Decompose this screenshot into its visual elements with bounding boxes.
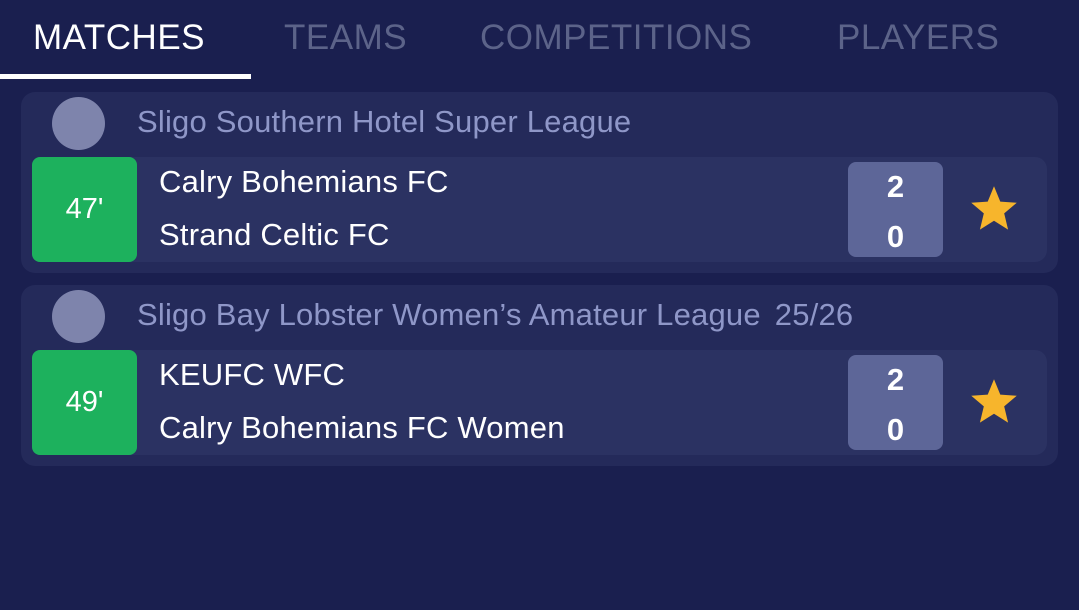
- away-score: 0: [886, 412, 905, 447]
- away-team-name: Calry Bohemians FC Women: [159, 410, 565, 445]
- away-team-name: Strand Celtic FC: [159, 217, 390, 252]
- home-score: 2: [886, 169, 905, 204]
- tab-competitions[interactable]: COMPETITIONS: [480, 18, 752, 58]
- live-minute-badge: 49': [32, 350, 137, 455]
- tab-bar: MATCHES TEAMS COMPETITIONS PLAYERS: [0, 0, 1079, 80]
- league-name: Sligo Bay Lobster Women’s Amateur League: [137, 297, 761, 332]
- score-box: 2 0: [848, 162, 943, 257]
- home-team-name: KEUFC WFC: [159, 357, 346, 392]
- match-row[interactable]: 47' Calry Bohemians FC Strand Celtic FC …: [32, 157, 1047, 262]
- star-icon[interactable]: [967, 183, 1021, 235]
- star-icon[interactable]: [967, 376, 1021, 428]
- league-card: Sligo Southern Hotel Super League 47' Ca…: [21, 92, 1058, 273]
- match-row[interactable]: 49' KEUFC WFC Calry Bohemians FC Women 2…: [32, 350, 1047, 455]
- away-score: 0: [886, 219, 905, 254]
- active-tab-indicator: [0, 74, 251, 79]
- league-card: Sligo Bay Lobster Women’s Amateur League…: [21, 285, 1058, 466]
- home-team-name: Calry Bohemians FC: [159, 164, 449, 199]
- league-name: Sligo Southern Hotel Super League: [137, 104, 632, 139]
- tab-matches[interactable]: MATCHES: [33, 18, 205, 58]
- home-score: 2: [886, 362, 905, 397]
- league-title[interactable]: Sligo Bay Lobster Women’s Amateur League…: [137, 297, 853, 333]
- live-minute-badge: 47': [32, 157, 137, 262]
- league-season: 25/26: [774, 297, 854, 332]
- tab-teams[interactable]: TEAMS: [284, 18, 407, 58]
- league-title[interactable]: Sligo Southern Hotel Super League: [137, 104, 645, 140]
- score-box: 2 0: [848, 355, 943, 450]
- league-logo: [52, 290, 105, 343]
- tab-players[interactable]: PLAYERS: [837, 18, 999, 58]
- league-logo: [52, 97, 105, 150]
